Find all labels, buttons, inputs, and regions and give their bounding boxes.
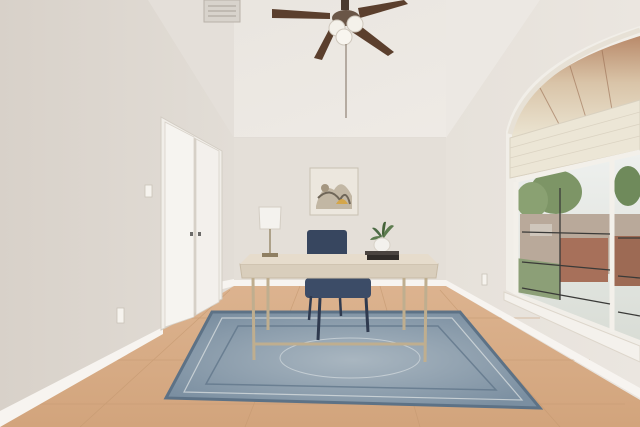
light-switch-icon: [144, 184, 153, 198]
room-illustration: [0, 0, 640, 427]
book-stack: [365, 251, 399, 260]
closet-door: [160, 116, 223, 331]
room-scene: [0, 0, 640, 427]
wall-art-icon: [309, 167, 359, 216]
power-outlet-icon: [481, 273, 488, 286]
power-outlet-icon: [116, 307, 125, 324]
air-vent-icon: [203, 0, 241, 23]
